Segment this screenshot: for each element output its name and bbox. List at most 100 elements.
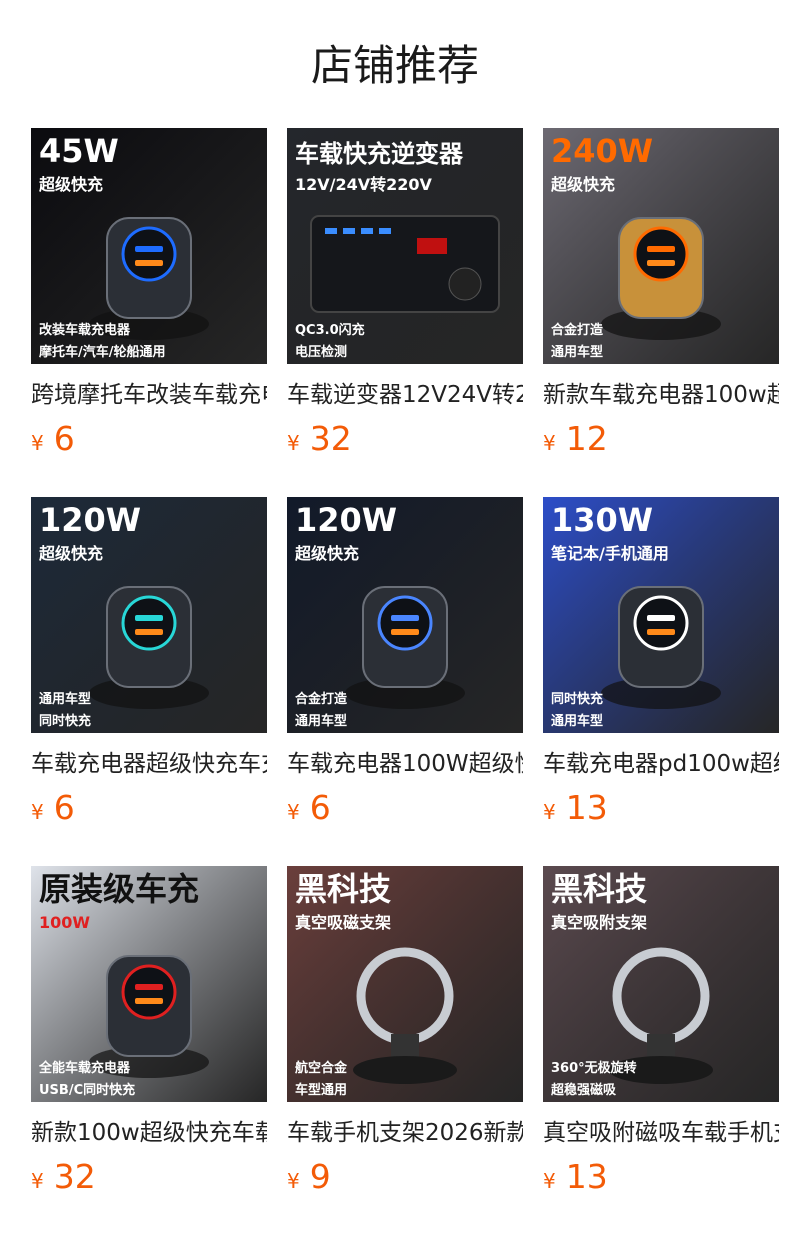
image-headline: 45W [39,132,119,170]
image-badge: 通用车型 [551,713,603,729]
product-grid: 45W超级快充改装车载充电器摩托车/汽车/轮船通用跨境摩托车改装车载充电器¥6车… [31,128,779,1235]
price-value: 9 [309,1157,331,1196]
product-name[interactable]: 新款100w超级快充车载充电器 [31,1116,267,1150]
currency-symbol: ¥ [543,800,556,824]
vacuum-phone-mount-icon: 黑科技真空吸磁支架航空合金车型通用 [287,866,523,1102]
product-card[interactable]: 240W 超级快充合金打造通用车型新款车载充电器100w超级快充 ¥12 [543,128,779,497]
image-headline: 原装级车充 [39,870,199,908]
mini-car-charger-icon: 120W 超级快充合金打造通用车型 [287,497,523,733]
image-badge: 合金打造 [551,322,604,338]
image-badge: 车型通用 [295,1082,347,1098]
image-badge: 合金打造 [295,691,348,707]
image-badge: 电压检测 [295,344,347,360]
currency-symbol: ¥ [287,800,300,824]
product-price: ¥6 [31,785,267,831]
image-badge: 摩托车/汽车/轮船通用 [39,344,166,360]
product-image[interactable]: 车载快充逆变器 12V/24V转220V QC3.0闪充 电压检测 [287,128,523,364]
product-price: ¥32 [287,416,523,462]
image-headline: 240W [551,132,653,170]
image-badge: 全能车载充电器 [38,1060,131,1076]
image-subheadline: 笔记本/手机通用 [551,544,669,563]
currency-symbol: ¥ [31,431,44,455]
product-card[interactable]: 黑科技真空吸附支架 360°无极旋转超稳强磁吸真空吸附磁吸车载手机支架 ¥13 [543,866,779,1235]
product-card[interactable]: 原装级车充 100W 全能车载充电器 USB/C同时快充新款100w超级快充车载充电器… [31,866,267,1235]
product-name[interactable]: 车载逆变器12V24V转220V [287,378,523,412]
currency-symbol: ¥ [31,800,44,824]
product-price: ¥32 [31,1154,267,1200]
magnetic-phone-mount-icon: 黑科技真空吸附支架 360°无极旋转超稳强磁吸 [543,866,779,1102]
price-value: 6 [53,419,75,458]
product-price: ¥6 [287,785,523,831]
image-headline: 130W [551,501,653,539]
image-badge: 航空合金 [295,1060,348,1076]
image-badge: 同时快充 [39,713,91,729]
laptop-car-charger-icon: 130W 笔记本/手机通用同时快充通用车型 [543,497,779,733]
price-value: 13 [565,1157,608,1196]
price-value: 13 [565,788,608,827]
image-subheadline: 真空吸附支架 [551,913,647,932]
image-headline: 黑科技 [295,870,391,908]
product-card[interactable]: 120W 超级快充 通用车型 同时快充 车载充电器超级快充车充 ¥6 [31,497,267,866]
currency-symbol: ¥ [287,431,300,455]
product-card[interactable]: 车载快充逆变器 12V/24V转220V QC3.0闪充 电压检测车载逆变器12V24… [287,128,523,497]
image-badge: QC3.0闪充 [295,322,365,338]
product-price: ¥13 [543,785,779,831]
image-subheadline: 12V/24V转220V [295,175,433,194]
price-value: 32 [309,419,352,458]
image-badge: 通用车型 [295,713,347,729]
digital-display-charger-icon: 120W 超级快充通用车型同时快充 [31,497,267,733]
product-image[interactable]: 120W 超级快充合金打造通用车型 [287,497,523,733]
currency-symbol: ¥ [543,431,556,455]
image-badge: 360°无极旋转 [551,1060,637,1076]
image-badge: 通用车型 [551,344,603,360]
product-name[interactable]: 真空吸附磁吸车载手机支架 [543,1116,779,1150]
product-name[interactable]: 车载充电器超级快充车充 [31,747,267,781]
product-image[interactable]: 黑科技真空吸磁支架 航空合金车型通用 [287,866,523,1102]
product-card[interactable]: 120W 超级快充合金打造通用车型车载充电器100W超级快充 ¥6 [287,497,523,866]
car-socket-charger-icon: 45W 超级快充改装车载充电器摩托车/汽车/轮船通用 [31,128,267,364]
product-image[interactable]: 240W 超级快充合金打造通用车型 [543,128,779,364]
product-image[interactable]: 130W 笔记本/手机通用 同时快充通用车型 [543,497,779,733]
boxed-car-charger-icon: 原装级车充 100W 全能车载充电器 USB/C同时快充 [31,866,267,1102]
currency-symbol: ¥ [543,1169,556,1193]
image-badge: 通用车型 [39,691,91,707]
image-subheadline: 超级快充 [38,544,103,563]
price-value: 6 [309,788,331,827]
image-badge: USB/C同时快充 [39,1082,135,1098]
product-price: ¥6 [31,416,267,462]
product-name[interactable]: 新款车载充电器100w超级快充 [543,378,779,412]
currency-symbol: ¥ [31,1169,44,1193]
product-card[interactable]: 130W 笔记本/手机通用同时快充通用车型车载充电器pd100w超级快充 ¥13 [543,497,779,866]
image-subheadline: 超级快充 [294,544,359,563]
page-title: 店铺推荐 [310,41,479,90]
image-subheadline: 超级快充 [38,175,103,194]
product-price: ¥13 [543,1154,779,1200]
product-name[interactable]: 车载充电器100W超级快充 [287,747,523,781]
product-name[interactable]: 车载手机支架2026新款 [287,1116,523,1150]
image-badge: 同时快充 [551,691,603,707]
product-price: ¥9 [287,1154,523,1200]
image-subheadline: 真空吸磁支架 [295,913,391,932]
image-subheadline: 100W [39,913,90,932]
image-headline: 车载快充逆变器 [295,140,464,168]
image-headline: 120W [295,501,397,539]
gold-car-charger-icon: 240W 超级快充合金打造通用车型 [543,128,779,364]
image-headline: 黑科技 [551,870,647,908]
image-badge: 超稳强磁吸 [551,1082,617,1098]
price-value: 32 [53,1157,96,1196]
currency-symbol: ¥ [287,1169,300,1193]
image-badge: 改装车载充电器 [39,322,131,338]
car-inverter-icon: 车载快充逆变器 12V/24V转220V QC3.0闪充电压检测 [287,128,523,364]
product-card[interactable]: 45W 超级快充改装车载充电器摩托车/汽车/轮船通用跨境摩托车改装车载充电器 ¥6 [31,128,267,497]
product-price: ¥12 [543,416,779,462]
product-name[interactable]: 跨境摩托车改装车载充电器 [31,378,267,412]
product-image[interactable]: 原装级车充 100W 全能车载充电器 USB/C同时快充 [31,866,267,1102]
product-card[interactable]: 黑科技真空吸磁支架 航空合金车型通用车载手机支架2026新款 ¥9 [287,866,523,1235]
product-name[interactable]: 车载充电器pd100w超级快充 [543,747,779,781]
product-image[interactable]: 120W 超级快充 通用车型 同时快充 [31,497,267,733]
price-value: 6 [53,788,75,827]
product-image[interactable]: 黑科技真空吸附支架 360°无极旋转 超稳强磁吸 [543,866,779,1102]
price-value: 12 [565,419,608,458]
image-subheadline: 超级快充 [550,175,615,194]
product-image[interactable]: 45W 超级快充改装车载充电器摩托车/汽车/轮船通用 [31,128,267,364]
